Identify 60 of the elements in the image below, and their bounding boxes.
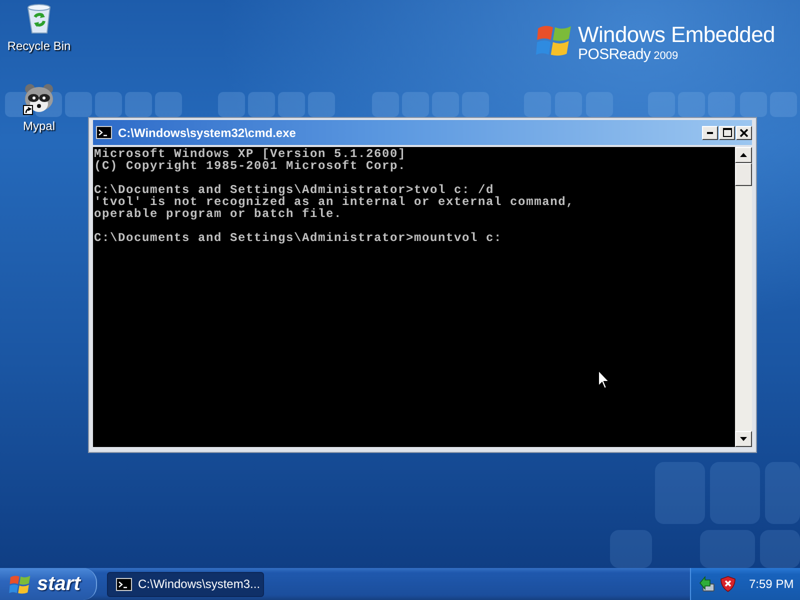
wallpaper-tile	[218, 92, 245, 117]
wallpaper-tile	[125, 92, 152, 117]
mouse-pointer-icon	[598, 370, 610, 389]
wallpaper-tile	[555, 92, 582, 117]
wallpaper-tile	[248, 92, 275, 117]
wallpaper-tile	[610, 530, 652, 568]
wallpaper-tile	[655, 462, 705, 524]
wallpaper-tile	[710, 462, 760, 524]
raccoon-icon[interactable]	[23, 82, 55, 114]
wallpaper-tile	[402, 92, 429, 117]
wallpaper-tile	[765, 462, 800, 524]
wallpaper-tile	[278, 92, 305, 117]
console-text: operable program or batch file.	[94, 208, 342, 220]
logo-edition: POSReady	[578, 46, 651, 63]
wallpaper-tile	[524, 92, 551, 117]
wallpaper-tile	[155, 92, 182, 117]
waving-flag-icon	[9, 574, 31, 594]
down-triangle-icon	[740, 437, 747, 441]
window-title: C:\Windows\system32\cmd.exe	[118, 126, 296, 140]
wallpaper-tile	[65, 92, 92, 117]
wallpaper-tile	[708, 92, 735, 117]
minimize-button[interactable]	[702, 126, 718, 140]
logo-year: 2009	[654, 50, 678, 63]
wallpaper-tile	[760, 530, 800, 568]
wallpaper-tile	[462, 92, 489, 117]
wallpaper-tile	[432, 92, 459, 117]
close-icon	[740, 128, 748, 136]
minimize-icon	[707, 132, 713, 134]
shield-alert-icon[interactable]	[720, 576, 736, 592]
waving-flag-icon	[536, 23, 572, 58]
console-text: 'tvol' is not recognized as an internal or external command,	[94, 196, 574, 208]
console-icon	[116, 578, 132, 590]
maximize-icon	[722, 128, 732, 137]
wallpaper-tile	[95, 92, 122, 117]
scrollbar-thumb[interactable]	[735, 163, 752, 186]
device-arrow-icon[interactable]	[699, 576, 715, 592]
logo-title: Windows Embedded	[578, 22, 775, 48]
clock-time[interactable]: 7:59 PM	[749, 577, 794, 591]
wallpaper-tile	[678, 92, 705, 117]
wallpaper-tile	[648, 92, 675, 117]
maximize-button[interactable]	[719, 126, 735, 140]
start-button[interactable]: start	[0, 568, 97, 600]
up-triangle-icon	[740, 153, 747, 157]
taskbar-button[interactable]: C:\Windows\system3...	[107, 572, 264, 596]
console-text: Microsoft Windows XP [Version 5.1.2600]	[94, 148, 406, 160]
wallpaper-tile	[308, 92, 335, 117]
wallpaper-tile	[700, 530, 755, 568]
console-icon	[96, 126, 112, 139]
wallpaper-tile	[586, 92, 613, 117]
desktop-icon-label[interactable]: Recycle Bin	[7, 39, 71, 53]
shortcut-arrow-icon	[23, 105, 33, 115]
console-text: C:\Documents and Settings\Administrator>mountvol c:	[94, 232, 502, 244]
wallpaper-tile	[372, 92, 399, 117]
desktop-icon-label[interactable]: Mypal	[22, 119, 55, 133]
scroll-up-button[interactable]	[735, 147, 752, 163]
close-button[interactable]	[736, 126, 752, 140]
console-text: (C) Copyright 1985-2001 Microsoft Corp.	[94, 160, 406, 172]
wallpaper-tile	[740, 92, 767, 117]
console-text: C:\Documents and Settings\Administrator>tvol c: /d	[94, 184, 494, 196]
scroll-down-button[interactable]	[735, 431, 752, 447]
